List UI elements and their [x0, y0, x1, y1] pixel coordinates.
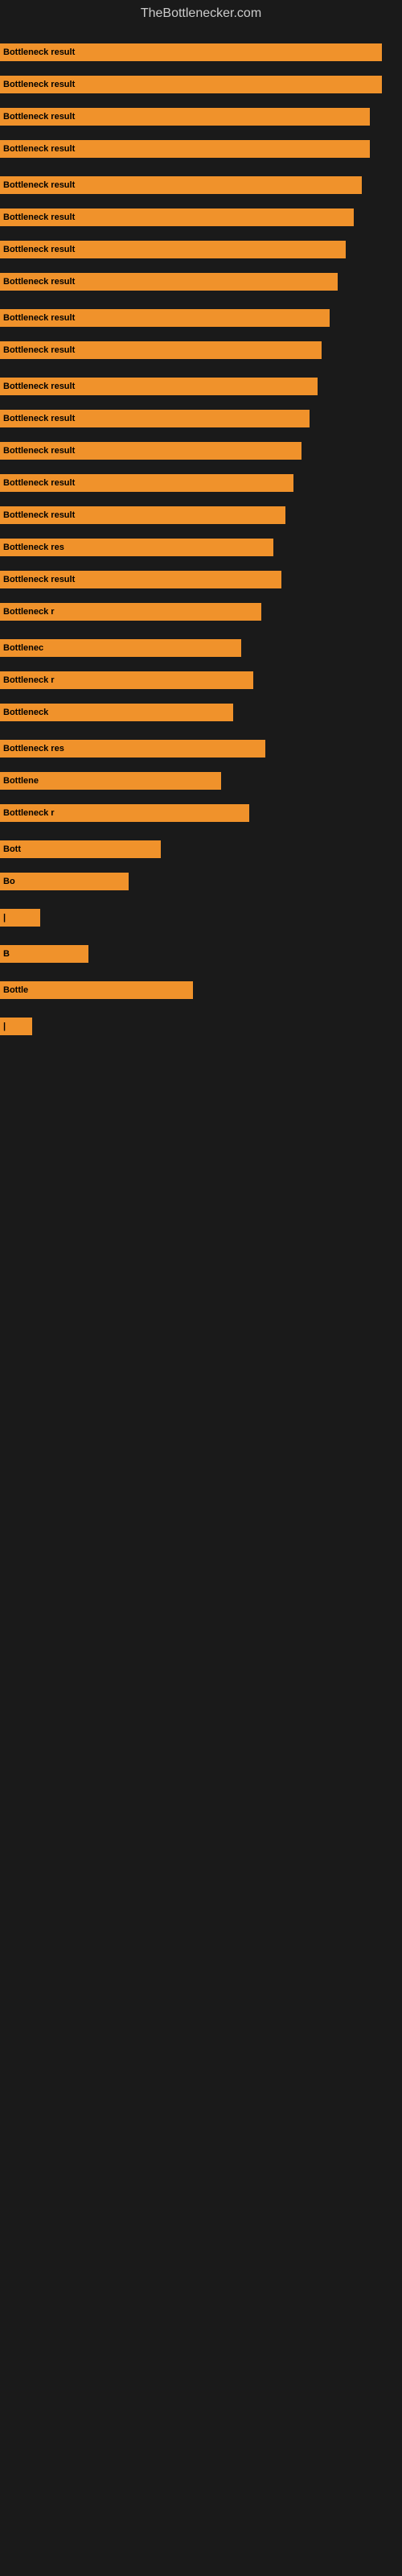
bar-row: Bottleneck r [0, 671, 402, 689]
bottleneck-bar: Bottleneck result [0, 140, 370, 158]
bar-row: Bottleneck result [0, 241, 402, 258]
bar-row: Bottleneck result [0, 410, 402, 427]
bottleneck-bar: Bottleneck result [0, 378, 318, 395]
bar-row: Bottleneck [0, 704, 402, 721]
bottleneck-bar: Bottleneck result [0, 309, 330, 327]
bar-row: Bottleneck result [0, 309, 402, 327]
bar-row: Bottleneck result [0, 76, 402, 93]
bar-label: Bottleneck result [3, 213, 75, 222]
bar-label: Bottleneck result [3, 446, 75, 456]
bottleneck-bar: Bottleneck r [0, 671, 253, 689]
bottleneck-bar: Bottleneck result [0, 410, 310, 427]
bottleneck-bar: Bo [0, 873, 129, 890]
bottleneck-bar: Bottleneck result [0, 208, 354, 226]
bar-row: Bottleneck r [0, 804, 402, 822]
bottleneck-bar: | [0, 909, 40, 927]
bottleneck-bar: Bottlene [0, 772, 221, 790]
bar-label: Bo [3, 877, 15, 886]
bottleneck-bar: Bottleneck result [0, 442, 302, 460]
bar-row: | [0, 909, 402, 927]
bottleneck-bar: Bottleneck result [0, 76, 382, 93]
bar-row: Bottleneck result [0, 506, 402, 524]
bar-label: Bottleneck result [3, 277, 75, 287]
bar-label: Bottleneck r [3, 607, 55, 617]
bar-label: Bottleneck result [3, 382, 75, 391]
bar-label: Bott [3, 844, 21, 854]
bottleneck-bar: Bottleneck result [0, 108, 370, 126]
bar-label: Bottleneck result [3, 478, 75, 488]
bar-label: Bottleneck result [3, 313, 75, 323]
bottleneck-bar: Bottlenec [0, 639, 241, 657]
bar-row: Bottle [0, 981, 402, 999]
bottleneck-bar: Bottleneck result [0, 571, 281, 588]
bar-row: Bottlene [0, 772, 402, 790]
bottleneck-bar: Bottleneck [0, 704, 233, 721]
bar-label: Bottle [3, 985, 28, 995]
bar-row: Bottleneck result [0, 108, 402, 126]
bottleneck-bar: Bottleneck res [0, 539, 273, 556]
bottleneck-bar: Bottleneck result [0, 43, 382, 61]
bar-label: Bottleneck result [3, 245, 75, 254]
bar-label: Bottleneck res [3, 744, 64, 753]
bottleneck-bar: Bottle [0, 981, 193, 999]
bar-label: Bottleneck [3, 708, 48, 717]
bar-label: Bottleneck result [3, 180, 75, 190]
bar-row: Bottleneck r [0, 603, 402, 621]
bar-label: B [3, 949, 10, 959]
bar-row: | [0, 1018, 402, 1035]
bar-label: | [3, 1022, 6, 1031]
bar-label: Bottlene [3, 776, 39, 786]
bottleneck-bar: Bottleneck result [0, 341, 322, 359]
bar-label: Bottleneck result [3, 414, 75, 423]
bar-row: Bottleneck res [0, 740, 402, 758]
bar-label: | [3, 913, 6, 923]
bar-label: Bottleneck result [3, 80, 75, 89]
bar-label: Bottleneck result [3, 510, 75, 520]
bar-row: Bottleneck result [0, 176, 402, 194]
bar-label: Bottlenec [3, 643, 43, 653]
bar-row: B [0, 945, 402, 963]
bar-row: Bott [0, 840, 402, 858]
bar-label: Bottleneck result [3, 47, 75, 57]
bottleneck-bar: Bottleneck result [0, 176, 362, 194]
bar-row: Bottleneck result [0, 43, 402, 61]
bar-row: Bottleneck res [0, 539, 402, 556]
bar-row: Bottleneck result [0, 273, 402, 291]
chart-container: Bottleneck result Bottleneck result Bottle… [0, 27, 402, 2563]
bar-row: Bottleneck result [0, 571, 402, 588]
bar-row: Bottleneck result [0, 140, 402, 158]
bar-row: Bottleneck result [0, 378, 402, 395]
bottleneck-bar: Bottleneck r [0, 804, 249, 822]
bottleneck-bar: B [0, 945, 88, 963]
bottleneck-bar: Bottleneck result [0, 273, 338, 291]
bar-row: Bottleneck result [0, 442, 402, 460]
bar-label: Bottleneck r [3, 808, 55, 818]
bottleneck-bar: Bottleneck r [0, 603, 261, 621]
bar-row: Bottleneck result [0, 341, 402, 359]
bar-row: Bottleneck result [0, 208, 402, 226]
bottleneck-bar: Bott [0, 840, 161, 858]
bottleneck-bar: Bottleneck res [0, 740, 265, 758]
bar-label: Bottleneck result [3, 144, 75, 154]
bottleneck-bar: Bottleneck result [0, 241, 346, 258]
bar-label: Bottleneck r [3, 675, 55, 685]
bar-label: Bottleneck result [3, 112, 75, 122]
bar-label: Bottleneck res [3, 543, 64, 552]
bottleneck-bar: Bottleneck result [0, 506, 285, 524]
bottleneck-bar: | [0, 1018, 32, 1035]
bar-label: Bottleneck result [3, 575, 75, 584]
bar-label: Bottleneck result [3, 345, 75, 355]
bar-row: Bottleneck result [0, 474, 402, 492]
bar-row: Bottlenec [0, 639, 402, 657]
bottleneck-bar: Bottleneck result [0, 474, 293, 492]
site-title: TheBottlenecker.com [0, 0, 402, 27]
bar-row: Bo [0, 873, 402, 890]
